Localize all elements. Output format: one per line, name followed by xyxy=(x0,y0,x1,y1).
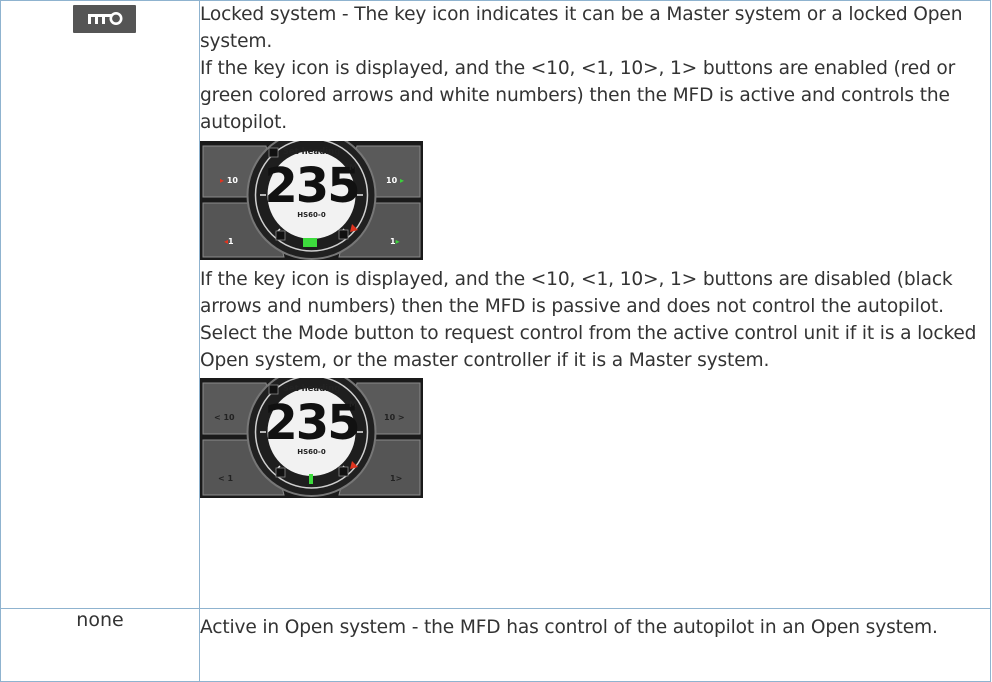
heading-value: 235 xyxy=(264,395,360,451)
mode-label: HS60-0 xyxy=(297,211,326,219)
icon-cell xyxy=(0,0,200,609)
right-arrow-icon: ▸ xyxy=(395,237,400,246)
table-row-locked: Locked system - The key icon indicates i… xyxy=(0,0,991,609)
paragraph-enabled-buttons: If the key icon is displayed, and the <1… xyxy=(200,58,956,133)
description-cell: Locked system - The key icon indicates i… xyxy=(199,0,991,609)
paragraph-disabled-buttons: If the key icon is displayed, and the <1… xyxy=(200,269,977,371)
description-cell: Active in Open system - the MFD has cont… xyxy=(199,608,991,682)
port-10-label: 10 xyxy=(226,176,238,185)
port-1-button[interactable]: ◂1 xyxy=(224,237,234,247)
status-table: Locked system - The key icon indicates i… xyxy=(0,0,991,682)
left-arrow-icon: ▸ xyxy=(220,176,225,185)
autopilot-panel-active: Set heading 235 °M HS60-0 ▸ 10 ◂1 10 ▸ 1… xyxy=(200,141,423,260)
starboard-10-button[interactable]: 10 > xyxy=(384,413,405,423)
port-10-button[interactable]: ▸ 10 xyxy=(220,176,238,186)
icon-cell: none xyxy=(0,608,200,682)
set-heading-label: Set heading xyxy=(282,384,341,394)
set-heading-label: Set heading xyxy=(282,147,341,157)
starboard-1-button[interactable]: 1> xyxy=(390,474,402,484)
starboard-10-label: 10 xyxy=(386,176,398,185)
right-arrow-icon: ▸ xyxy=(399,176,404,185)
autopilot-panel-passive: Set heading 235 °M HS60-0 < 10 < 1 10 > … xyxy=(200,378,423,498)
port-1-label: 1 xyxy=(228,237,234,246)
starboard-10-button[interactable]: 10 ▸ xyxy=(386,176,404,186)
heading-value: 235 xyxy=(264,158,360,214)
heading-unit: °M xyxy=(345,163,357,172)
port-1-button[interactable]: < 1 xyxy=(218,474,233,484)
mode-label: HS60-0 xyxy=(297,448,326,456)
port-10-button[interactable]: < 10 xyxy=(214,413,235,423)
none-label: none xyxy=(76,609,124,631)
key-icon xyxy=(72,5,136,33)
table-row-none: none Active in Open system - the MFD has… xyxy=(0,608,991,682)
paragraph-active-open-system: Active in Open system - the MFD has cont… xyxy=(200,617,938,638)
paragraph-locked-system: Locked system - The key icon indicates i… xyxy=(200,4,963,52)
heading-unit: °M xyxy=(345,400,357,409)
starboard-1-button[interactable]: 1▸ xyxy=(390,237,400,247)
